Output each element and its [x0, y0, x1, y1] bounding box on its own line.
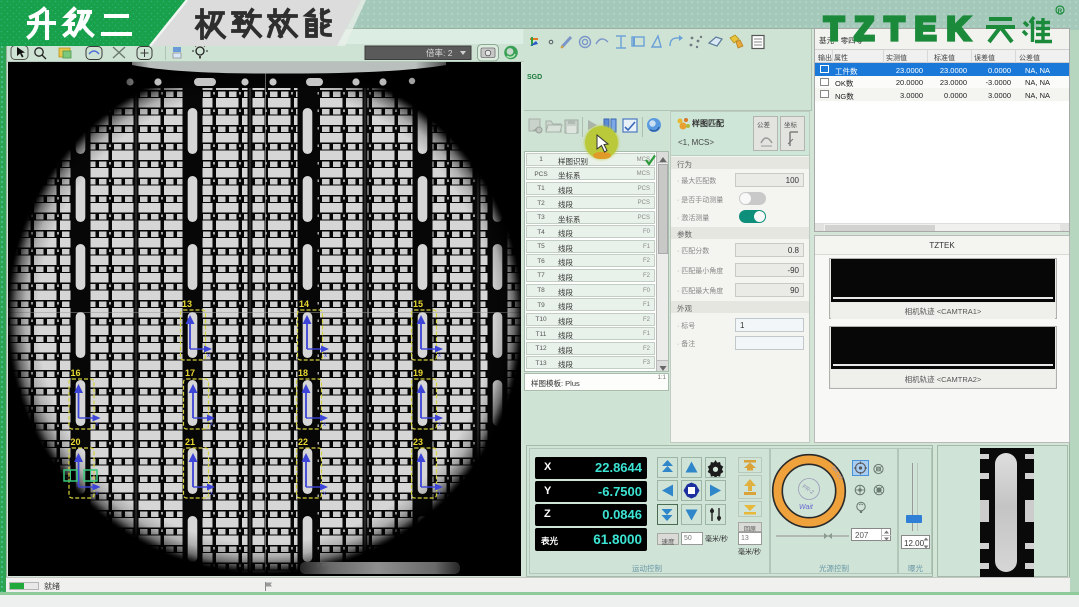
- svg-text:R: R: [1058, 8, 1063, 15]
- svg-text:17: 17: [185, 368, 195, 378]
- svg-text:22: 22: [298, 437, 308, 447]
- svg-text:x: x: [96, 491, 99, 497]
- svg-text:x: x: [210, 422, 213, 428]
- svg-text:Wait: Wait: [799, 504, 814, 511]
- svg-text:x: x: [323, 422, 326, 428]
- svg-text:23: 23: [413, 437, 423, 447]
- svg-text:倍率: 2: 倍率: 2: [426, 48, 453, 58]
- svg-text:14: 14: [299, 299, 309, 309]
- svg-text:x: x: [438, 422, 441, 428]
- svg-text:21: 21: [185, 437, 195, 447]
- svg-text:x: x: [324, 353, 327, 359]
- svg-text:x: x: [438, 353, 441, 359]
- svg-text:15: 15: [413, 299, 423, 309]
- svg-text:20: 20: [71, 437, 81, 447]
- svg-text:x: x: [438, 491, 441, 497]
- svg-text:x: x: [207, 353, 210, 359]
- svg-text:TZTEK: TZTEK: [824, 10, 980, 46]
- svg-text:13: 13: [182, 299, 192, 309]
- svg-text:x: x: [323, 491, 326, 497]
- svg-text:PR-2: PR-2: [801, 484, 815, 496]
- svg-text:x: x: [210, 491, 213, 497]
- svg-text:18: 18: [298, 368, 308, 378]
- svg-text:16: 16: [71, 368, 81, 378]
- svg-text:19: 19: [413, 368, 423, 378]
- svg-text:x: x: [96, 422, 99, 428]
